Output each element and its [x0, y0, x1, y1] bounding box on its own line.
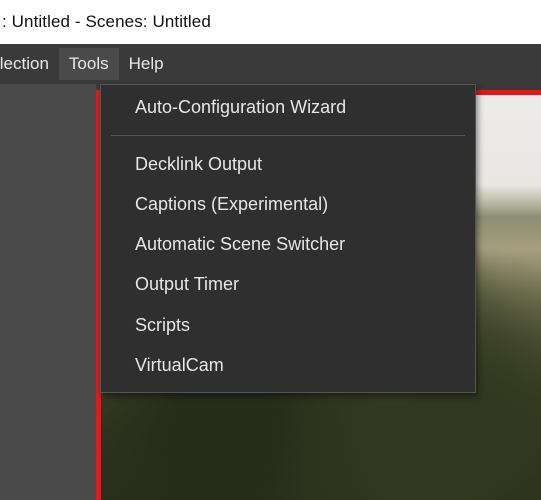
tools-dropdown-menu: Auto-Configuration Wizard Decklink Outpu… [100, 84, 476, 393]
menu-separator [111, 135, 465, 136]
menu-item-scripts[interactable]: Scripts [135, 315, 190, 336]
menu-item-decklink-output[interactable]: Decklink Output [135, 154, 262, 175]
menu-item-auto-configuration-wizard[interactable]: Auto-Configuration Wizard [135, 97, 346, 118]
menu-tools[interactable]: Tools [58, 48, 119, 80]
title-bar: : Untitled - Scenes: Untitled [0, 0, 541, 44]
menu-item-automatic-scene-switcher[interactable]: Automatic Scene Switcher [135, 234, 345, 255]
menu-item-output-timer[interactable]: Output Timer [135, 274, 239, 295]
menu-item-virtualcam[interactable]: VirtualCam [135, 355, 224, 376]
menu-item-captions[interactable]: Captions (Experimental) [135, 194, 328, 215]
menu-help[interactable]: Help [119, 48, 174, 80]
window-title: : Untitled - Scenes: Untitled [2, 12, 211, 31]
menu-bar: llection Tools Help [0, 44, 541, 84]
left-dock-panel [0, 84, 96, 500]
menu-scene-collection[interactable]: llection [0, 48, 59, 80]
